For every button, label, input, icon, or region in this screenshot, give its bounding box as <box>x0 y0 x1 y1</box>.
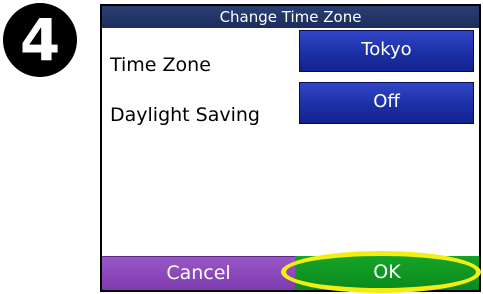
step-number-badge: 4 <box>3 3 77 77</box>
dialog-title: Change Time Zone <box>102 6 479 28</box>
ok-button[interactable]: OK <box>295 256 479 290</box>
time-zone-button[interactable]: Tokyo <box>299 30 474 72</box>
daylight-saving-label: Daylight Saving <box>110 104 260 126</box>
daylight-saving-button[interactable]: Off <box>299 82 474 124</box>
device-screen: Change Time Zone Time Zone Tokyo Dayligh… <box>100 4 481 292</box>
time-zone-label: Time Zone <box>110 54 211 76</box>
cancel-button[interactable]: Cancel <box>102 256 295 290</box>
